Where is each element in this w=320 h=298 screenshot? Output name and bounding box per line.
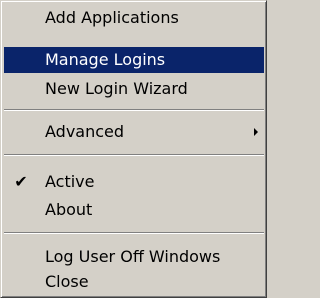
menu-item-label: Active [45,172,95,191]
menu-item-new-login-wizard[interactable]: New Login Wizard [4,76,264,102]
submenu-arrow-icon [254,128,258,136]
checkmark-icon: ✔ [14,172,28,191]
menu-item-label: Manage Logins [45,50,166,69]
menu-item-label: Add Applications [45,8,179,27]
menu-separator [4,109,264,111]
menu-item-advanced[interactable]: Advanced [4,119,264,145]
menu-item-label: Advanced [45,122,125,141]
menu-item-label: About [45,200,93,219]
menu-item-log-user-off-windows[interactable]: Log User Off Windows [4,244,264,270]
menu-item-about[interactable]: About [4,197,264,223]
menu-item-active[interactable]: ✔ Active [4,169,264,195]
menu-separator [4,154,264,156]
menu-separator [4,232,264,234]
context-menu: Add Applications Manage Logins New Login… [0,0,267,298]
menu-item-label: Log User Off Windows [45,247,221,266]
menu-item-label: New Login Wizard [45,79,188,98]
menu-item-add-applications[interactable]: Add Applications [4,5,264,31]
menu-item-manage-logins[interactable]: Manage Logins [4,47,264,73]
menu-item-close[interactable]: Close [4,269,264,295]
menu-item-label: Close [45,272,89,291]
